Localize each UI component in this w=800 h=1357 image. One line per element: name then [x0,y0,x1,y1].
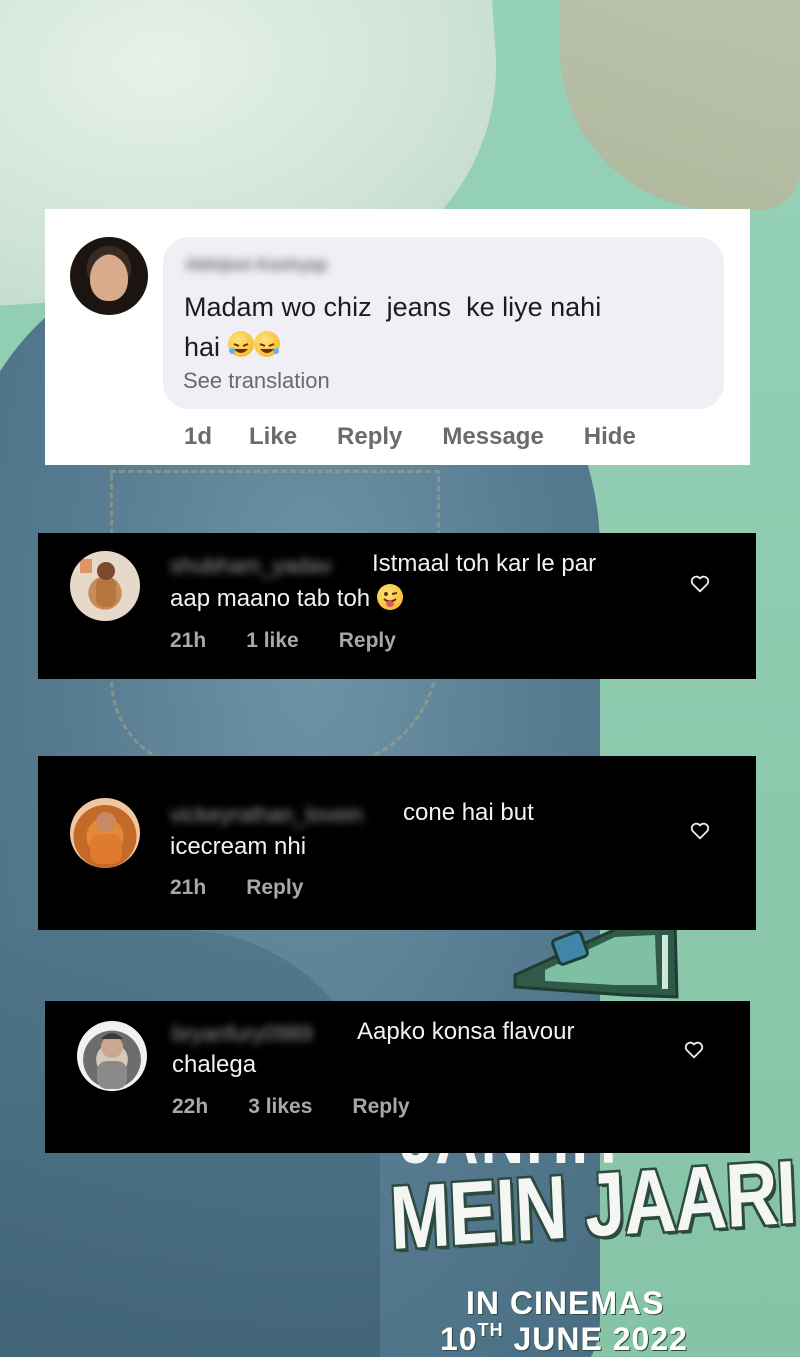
comment-author[interactable]: Abhijeet Kashyap [185,255,328,275]
avatar[interactable] [70,237,148,315]
comment-time: 21h [170,876,207,899]
comment-time: 22h [172,1095,209,1118]
reply-button[interactable]: Reply [352,1095,409,1119]
instagram-comment-card: vickeyrathan_lovein cone hai but icecrea… [38,756,756,930]
avatar[interactable] [70,798,140,868]
avatar[interactable] [77,1021,147,1091]
comment-text-continued: aap maano tab toh [170,582,403,616]
comment-time: 21h [170,629,207,652]
comment-author[interactable]: shubham_yadav [170,553,331,579]
facebook-comment-card: Abhijeet Kashyap Madam wo chiz jeans ke … [45,209,750,465]
comment-author[interactable]: vickeyrathan_lovein [170,802,363,828]
comment-time: 1d [184,423,213,450]
comment-text-continued: icecream nhi [170,833,307,860]
see-translation-link[interactable]: See translation [183,368,330,394]
message-button[interactable]: Message [442,423,543,451]
reply-button[interactable]: Reply [246,876,303,900]
heart-outline-icon[interactable] [689,573,711,595]
poster-cinemas-line: IN CINEMAS [466,1285,665,1321]
avatar[interactable] [70,551,140,621]
comment-actions: 1d Like Reply Message Hide [184,423,676,451]
poster-release-date: 10TH JUNE 2022 [440,1320,688,1357]
comment-text: Madam wo chiz jeans ke liye nahi hai [184,292,602,362]
hide-button[interactable]: Hide [584,423,636,451]
comment-meta: 21h Reply [170,876,303,900]
comment-text-continued: chalega [172,1051,257,1078]
comment-author[interactable]: bryanfury0989 [172,1021,313,1047]
winking-face-with-tongue-emoji [376,584,403,610]
comment-bubble: Abhijeet Kashyap Madam wo chiz jeans ke … [163,237,724,409]
comment-meta: 22h 3 likes Reply [172,1095,410,1119]
comment-likes[interactable]: 1 like [246,629,299,653]
instagram-comment-card: bryanfury0989 Aapko konsa flavour chaleg… [45,1001,750,1153]
heart-outline-icon[interactable] [689,820,711,842]
instagram-comment-card: shubham_yadav Istmaal toh kar le par aap… [38,533,756,679]
reply-button[interactable]: Reply [339,629,396,653]
comment-meta: 21h 1 like Reply [170,629,396,653]
rolling-on-floor-laughing-emoji [253,331,280,357]
comment-text: cone hai but [403,799,534,826]
like-button[interactable]: Like [249,423,297,451]
comment-text: Istmaal toh kar le par [372,550,597,577]
arm-area [560,0,800,210]
comment-likes[interactable]: 3 likes [248,1095,312,1119]
rolling-on-floor-laughing-emoji [227,331,254,357]
comment-text: Aapko konsa flavour [357,1018,575,1045]
heart-outline-icon[interactable] [683,1039,705,1061]
reply-button[interactable]: Reply [337,423,402,451]
